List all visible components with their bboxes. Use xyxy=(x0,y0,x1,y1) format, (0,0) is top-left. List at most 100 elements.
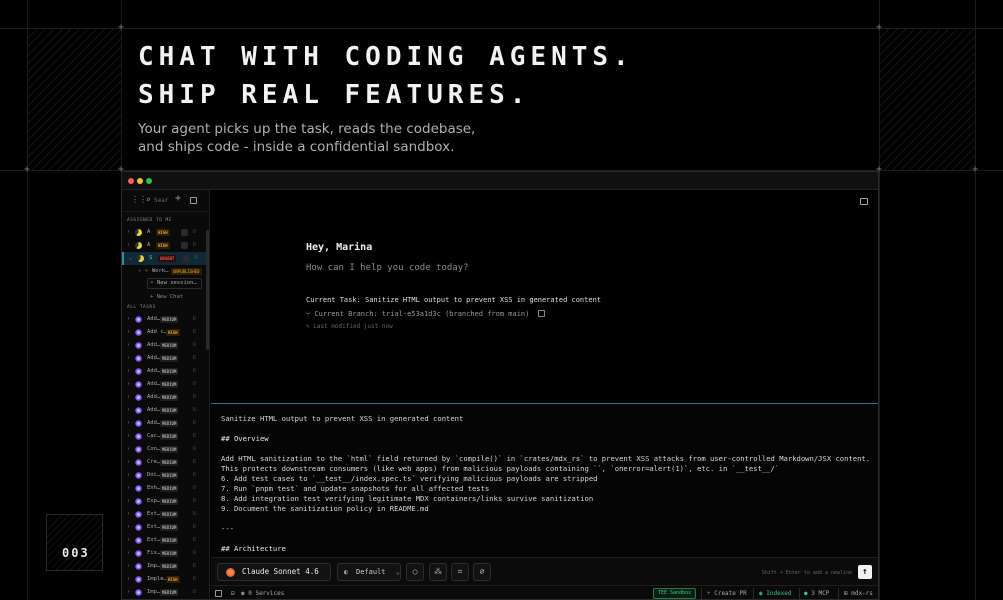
task-row[interactable]: › Add… MEDIUM ⁞⁞ xyxy=(122,339,209,352)
priority-badge: MEDIUM xyxy=(160,381,179,388)
assigned-task-row[interactable]: ⌄ S URGENT ⁞⁞ xyxy=(122,252,209,265)
close-window-icon[interactable] xyxy=(128,178,134,184)
task-row[interactable]: › Imp… MEDIUM ⁞⁞ xyxy=(122,560,209,573)
drag-handle-icon[interactable]: ⁞⁞ xyxy=(193,446,199,453)
task-label: Imple… xyxy=(147,576,167,582)
sidebar-scrollbar[interactable] xyxy=(206,230,209,350)
priority-badge: MEDIUM xyxy=(160,563,179,570)
drag-handle-icon[interactable]: ⁞⁞ xyxy=(193,524,199,531)
drag-handle-icon[interactable]: ⁞⁞ xyxy=(195,255,201,262)
task-row[interactable]: › Fix… MEDIUM ⁞⁞ xyxy=(122,547,209,560)
drag-handle-icon[interactable]: ⁞⁞ xyxy=(193,407,199,414)
drag-handle-icon[interactable]: ⁞⁞ xyxy=(193,433,199,440)
task-row[interactable]: › Imp… MEDIUM ⁞⁞ xyxy=(122,586,209,599)
search-icon[interactable]: ⌕ xyxy=(146,195,151,204)
task-status-icon xyxy=(135,524,142,531)
drag-handle-icon[interactable]: ⁞⁞ xyxy=(193,368,199,375)
minimize-window-icon[interactable] xyxy=(137,178,143,184)
task-label: Con… xyxy=(147,446,161,452)
drag-handle-icon[interactable]: ⁞⁞ xyxy=(193,381,199,388)
task-row[interactable]: › Add c… HIGH ⁞⁞ xyxy=(122,326,209,339)
task-row[interactable]: › Ext… MEDIUM ⁞⁞ xyxy=(122,521,209,534)
task-row[interactable]: › Enh… MEDIUM ⁞⁞ xyxy=(122,482,209,495)
drag-handle-icon[interactable]: ⁞⁞ xyxy=(193,342,199,349)
mcp-status[interactable]: ● 3 MCP xyxy=(804,590,829,597)
status-icon xyxy=(135,229,142,236)
drag-handle-icon[interactable]: ⁞⁞ xyxy=(193,229,199,236)
maximize-window-icon[interactable] xyxy=(146,178,152,184)
divider xyxy=(838,588,839,599)
repo-status[interactable]: ⊞ mdx-rs xyxy=(844,590,873,597)
drag-handle-icon[interactable]: ⁞⁞ xyxy=(193,511,199,518)
priority-badge: MEDIUM xyxy=(160,550,179,557)
priority-badge: MEDIUM xyxy=(160,589,179,596)
doc-line: Add HTML sanitization to the `html` fiel… xyxy=(221,454,871,463)
new-chat-button[interactable]: + New Chat xyxy=(122,291,209,303)
drag-handle-icon[interactable]: ⁞⁞ xyxy=(193,316,199,323)
drag-handle-icon[interactable]: ⁞⁞ xyxy=(193,472,199,479)
priority-badge: MEDIUM xyxy=(160,537,179,544)
task-row[interactable]: › Cac… MEDIUM ⁞⁞ xyxy=(122,430,209,443)
indexed-status[interactable]: ◉ Indexed xyxy=(759,590,792,597)
drag-handle-icon[interactable]: ⁞⁞ xyxy=(193,498,199,505)
task-row[interactable]: › Add… MEDIUM ⁞⁞ xyxy=(122,404,209,417)
task-row[interactable]: › Doc… MEDIUM ⁞⁞ xyxy=(122,469,209,482)
drag-handle-icon[interactable]: ⁞⁞ xyxy=(193,576,199,583)
drag-handle-icon[interactable]: ⁞⁞ xyxy=(193,394,199,401)
drag-handle-icon[interactable]: ⁞⁞ xyxy=(193,485,199,492)
task-status-icon xyxy=(135,563,142,570)
task-row[interactable]: › Add… MEDIUM ⁞⁞ xyxy=(122,352,209,365)
add-icon[interactable]: + xyxy=(175,193,181,204)
drag-handle-icon[interactable]: ⁞⁞ xyxy=(193,459,199,466)
task-row[interactable]: › Imple… HIGH ⁞⁞ xyxy=(122,573,209,586)
services-status[interactable]: ● 0 Services xyxy=(241,590,284,597)
assigned-task-row[interactable]: › A HIGH ⁞⁞ xyxy=(122,226,209,239)
task-row[interactable]: › Add… MEDIUM ⁞⁞ xyxy=(122,365,209,378)
model-selector[interactable]: Claude Sonnet 4.6 ⌄ xyxy=(217,563,331,592)
chevron-right-icon: › xyxy=(127,485,131,491)
task-row[interactable]: › Ext… MEDIUM ⁞⁞ xyxy=(122,508,209,521)
workspace-row[interactable]: ⌄ ⑂ Work… UNPUBLISHED xyxy=(122,265,209,277)
collapse-sidebar-icon[interactable] xyxy=(190,197,197,204)
drag-handle-icon[interactable]: ⁞⁞ xyxy=(193,589,199,596)
mode-selector[interactable]: ◐ Default ⌄ xyxy=(337,563,401,581)
priority-badge: HIGH xyxy=(166,329,180,336)
task-label: Add… xyxy=(147,355,161,361)
circle-tool-button[interactable]: ○ xyxy=(406,563,424,581)
drag-handle-icon[interactable]: ⁞⁞ xyxy=(193,420,199,427)
counter-box xyxy=(46,514,103,571)
task-row[interactable]: › Add… MEDIUM ⁞⁞ xyxy=(122,378,209,391)
new-session-row[interactable]: ⌕ New session… xyxy=(122,277,209,291)
agents-button[interactable]: ⁂ xyxy=(429,563,447,581)
assigned-task-row[interactable]: › A HIGH ⁞⁞ xyxy=(122,239,209,252)
send-button[interactable]: ↑ xyxy=(858,565,872,579)
task-row[interactable]: › Add… MEDIUM ⁞⁞ xyxy=(122,417,209,430)
task-status-icon xyxy=(135,537,142,544)
screenshot-button[interactable]: ⌗ xyxy=(451,563,469,581)
chevron-right-icon: › xyxy=(127,537,131,543)
app-window: ⋮⋮ ⌕ Sear + ASSIGNED TO ME › A HIGH ⁞⁞ › … xyxy=(121,171,879,600)
drag-handle-icon[interactable]: ⁞⁞ xyxy=(193,537,199,544)
task-status-icon xyxy=(135,446,142,453)
grid-menu-icon[interactable]: ⋮⋮ xyxy=(131,195,147,204)
drag-handle-icon[interactable]: ⁞⁞ xyxy=(193,355,199,362)
task-row[interactable]: › Cre… MEDIUM ⁞⁞ xyxy=(122,456,209,469)
drag-handle-icon[interactable]: ⁞⁞ xyxy=(193,242,199,249)
toggle-panel-icon[interactable] xyxy=(860,198,868,205)
chevron-right-icon: › xyxy=(127,524,131,530)
copy-icon[interactable] xyxy=(537,310,545,317)
drag-handle-icon[interactable]: ⁞⁞ xyxy=(193,329,199,336)
theme-toggle-icon[interactable] xyxy=(215,590,222,597)
chevron-right-icon: › xyxy=(127,433,131,439)
drag-handle-icon[interactable]: ⁞⁞ xyxy=(193,563,199,570)
drag-handle-icon[interactable]: ⁞⁞ xyxy=(193,550,199,557)
agents-icon: ⁂ xyxy=(434,567,442,576)
task-row[interactable]: › Ext… MEDIUM ⁞⁞ xyxy=(122,534,209,547)
task-row[interactable]: › Add… MEDIUM ⁞⁞ xyxy=(122,391,209,404)
create-pr-button[interactable]: ⑂ Create PR xyxy=(707,590,747,597)
task-row[interactable]: › Add… MEDIUM ⁞⁞ xyxy=(122,313,209,326)
task-row[interactable]: › Exp… MEDIUM ⁞⁞ xyxy=(122,495,209,508)
task-document[interactable]: Sanitize HTML output to prevent XSS in g… xyxy=(211,405,878,557)
task-row[interactable]: › Con… MEDIUM ⁞⁞ xyxy=(122,443,209,456)
attach-button[interactable]: ⌀ xyxy=(473,563,491,581)
